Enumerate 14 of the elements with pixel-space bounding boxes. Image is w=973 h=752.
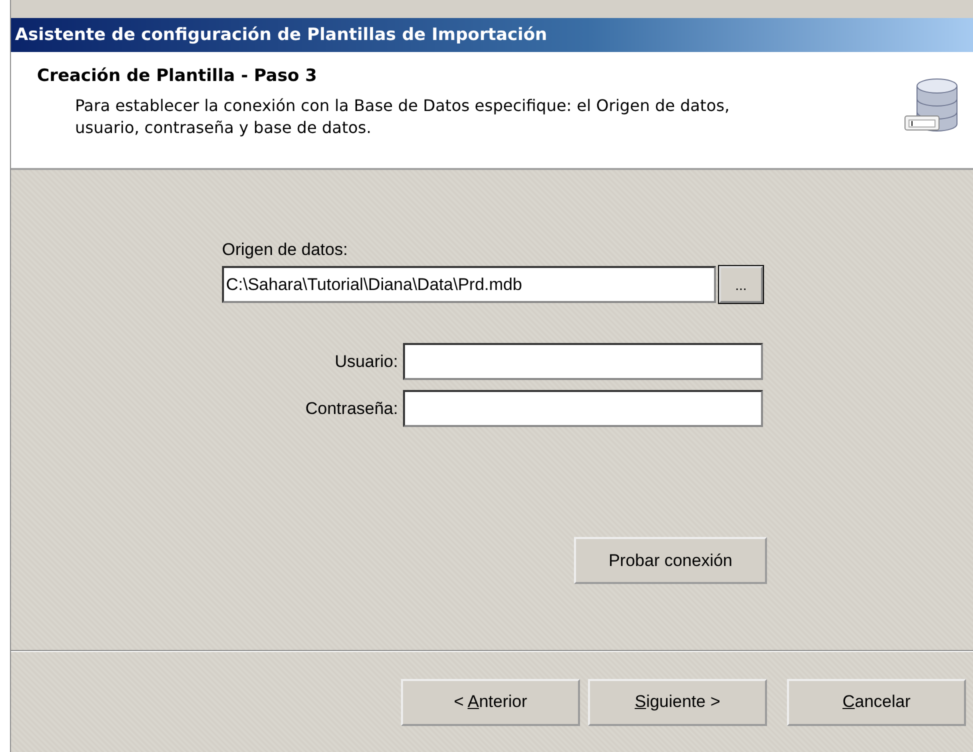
data-source-field[interactable]: C:\Sahara\Tutorial\Diana\Data\Prd.mdb: [222, 266, 716, 303]
input-field[interactable]: [403, 343, 763, 380]
wizard-button[interactable]: Siguiente >: [588, 678, 767, 726]
browse-button[interactable]: ...: [719, 266, 763, 303]
test-connection-button[interactable]: Probar conexión: [574, 537, 767, 584]
field-label: Usuario:: [334, 352, 398, 372]
step-title: Creación de Plantilla - Paso 3: [37, 66, 318, 86]
field-label: Contraseña:: [304, 398, 398, 418]
window-title: Asistente de configuración de Plantillas de Importación: [15, 25, 548, 45]
field-label: Origen de datos:: [222, 240, 348, 259]
wizard-button[interactable]: < Anterior: [401, 678, 580, 726]
input-field[interactable]: [403, 390, 763, 427]
step-description: Para establecer la conexión con la Base de Datos especifique: el Origen de datos, usuario, contraseña y base de datos.: [75, 95, 731, 139]
wizard-button[interactable]: Cancelar: [787, 678, 966, 726]
